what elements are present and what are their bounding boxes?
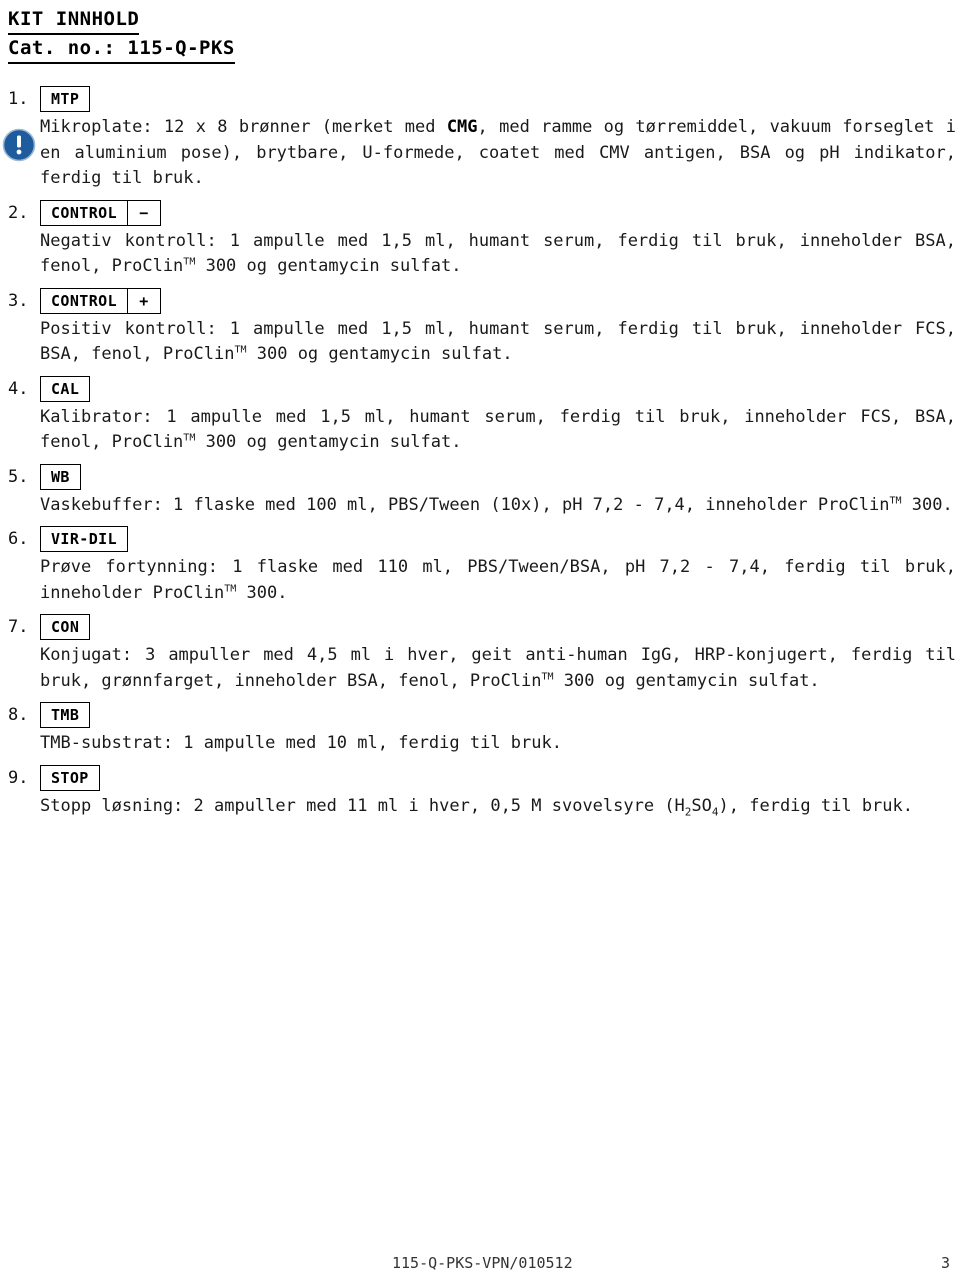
kit-item-description: Kalibrator: 1 ampulle med 1,5 ml, humant… (40, 406, 956, 453)
kit-item-tag-label: VIR-DIL (51, 530, 118, 548)
kit-item-description: Mikroplate: 12 x 8 brønner (merket med C… (40, 117, 956, 188)
kit-item-header: 2. CONTROL − (8, 199, 960, 226)
kit-item-tag-sign: + (127, 288, 160, 313)
kit-item-header: 9. STOP (8, 764, 960, 791)
kit-item-tag-box: CON (40, 614, 91, 640)
document-page: KIT INNHOLD Cat. no.: 115-Q-PKS 1. MTP Mik… (0, 0, 960, 1284)
kit-item-tag-label: TMB (51, 706, 80, 724)
kit-item-number: 8. (8, 705, 29, 725)
catalog-number-row: Cat. no.: 115-Q-PKS (8, 35, 960, 64)
kit-item-tag-label: WB (51, 467, 70, 486)
kit-item: 1. MTP Mikroplate: 12 x 8 brønner (merket … (8, 86, 960, 192)
kit-item-description: Positiv kontroll: 1 ampulle med 1,5 ml, … (40, 318, 956, 365)
kit-item-description: Stopp løsning: 2 ampuller med 11 ml i hv… (40, 795, 913, 818)
kit-item-number: 9. (8, 767, 29, 788)
kit-item-header: 6. VIR-DIL (8, 526, 960, 552)
page-footer: 115-Q-PKS-VPN/010512 3 (0, 1254, 960, 1272)
catalog-number: Cat. no.: 115-Q-PKS (8, 36, 235, 64)
kit-item-header: 4. CAL (8, 375, 960, 402)
kit-item-number: 6. (8, 529, 29, 549)
kit-item-number: 1. (8, 89, 29, 109)
kit-item-tag-box: VIR-DIL (40, 526, 129, 552)
kit-item-number: 5. (8, 466, 29, 487)
kit-item: 7. CON Konjugat: 3 ampuller med 4,5 ml i h… (8, 614, 960, 694)
kit-item-number: 3. (8, 290, 29, 311)
kit-item-header: 8. TMB (8, 702, 960, 728)
kit-item: 9. STOP Stopp løsning: 2 ampuller med 11 m… (8, 764, 960, 820)
kit-item-number: 7. (8, 617, 29, 637)
page-title: KIT INNHOLD (8, 7, 140, 35)
kit-item-tag-box: TMB (40, 702, 91, 728)
kit-item-tag-label: CONTROL (51, 203, 118, 222)
kit-item-tag-box: MTP (40, 86, 91, 112)
kit-item-header: 3. CONTROL + (8, 287, 960, 314)
kit-item-description: Negativ kontroll: 1 ampulle med 1,5 ml, … (40, 230, 956, 277)
document-header: KIT INNHOLD Cat. no.: 115-Q-PKS (0, 0, 960, 64)
kit-item-tag-label: MTP (51, 90, 80, 108)
kit-item-header: 5. WB (8, 463, 960, 490)
kit-item-tag-box: STOP (40, 764, 100, 791)
kit-item-tag-label: CON (51, 618, 80, 636)
kit-item-tag-box: CONTROL − (40, 199, 162, 226)
footer-page-number: 3 (940, 1254, 950, 1272)
kit-item-header: 1. MTP (8, 86, 960, 112)
kit-item: 5. WB Vaskebuffer: 1 flaske med 100 ml, PB… (8, 463, 960, 519)
kit-item-description: TMB-substrat: 1 ampulle med 10 ml, ferdi… (40, 733, 562, 753)
kit-item-tag-box: WB (40, 463, 81, 490)
kit-item-number: 2. (8, 202, 29, 223)
kit-item: 4. CAL Kalibrator: 1 ampulle med 1,5 ml, h… (8, 375, 960, 456)
kit-item-tag-sign: − (127, 200, 160, 225)
kit-item-tag-label: CONTROL (51, 291, 118, 310)
kit-item: 3. CONTROL + Positiv kontroll: 1 ampulle me… (8, 287, 960, 368)
footer-document-code: 115-Q-PKS-VPN/010512 (392, 1254, 573, 1272)
kit-item-header: 7. CON (8, 614, 960, 640)
kit-item-description: Prøve fortynning: 1 flaske med 110 ml, P… (40, 557, 956, 603)
kit-item-description: Vaskebuffer: 1 flaske med 100 ml, PBS/Tw… (40, 494, 953, 515)
kit-item-number: 4. (8, 378, 29, 399)
kit-item-tag-label: STOP (51, 768, 89, 787)
kit-contents-list: 1. MTP Mikroplate: 12 x 8 brønner (merket … (0, 86, 960, 819)
kit-item: 8. TMB TMB-substrat: 1 ampulle med 10 ml, … (8, 702, 960, 757)
page-title-row: KIT INNHOLD (8, 6, 960, 35)
kit-item: 2. CONTROL − Negativ kontroll: 1 ampulle me… (8, 199, 960, 280)
kit-item-description: Konjugat: 3 ampuller med 4,5 ml i hver, … (40, 645, 956, 691)
kit-item: 6. VIR-DIL Prøve fortynning: 1 flaske med … (8, 526, 960, 606)
kit-item-tag-box: CAL (40, 375, 91, 402)
kit-item-tag-box: CONTROL + (40, 287, 162, 314)
kit-item-tag-label: CAL (51, 379, 80, 398)
